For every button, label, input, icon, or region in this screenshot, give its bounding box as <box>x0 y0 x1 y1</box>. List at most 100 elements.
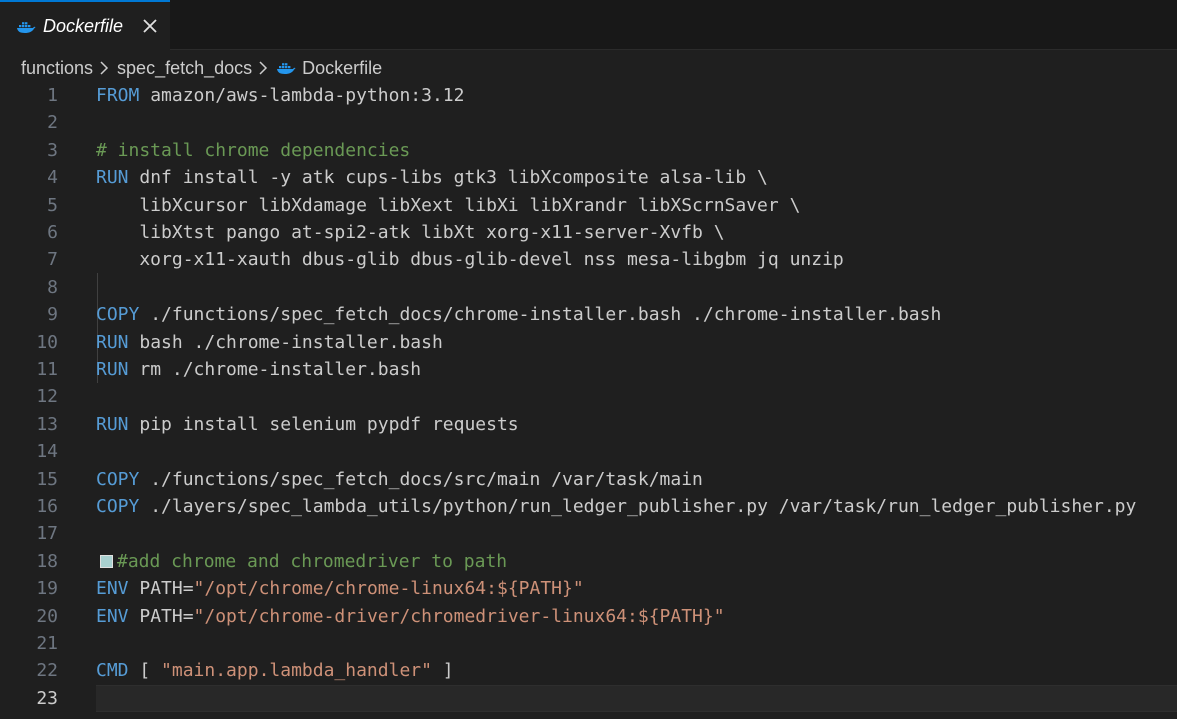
code-line[interactable]: 10 RUN bash ./chrome-installer.bash <box>0 329 1177 356</box>
line-number: 10 <box>36 331 58 353</box>
keyword-token: RUN <box>96 331 129 353</box>
line-number: 12 <box>36 386 58 408</box>
code-line[interactable]: 4 RUN dnf install -y atk cups-libs gtk3 l… <box>0 164 1177 191</box>
keyword-token: RUN <box>96 359 129 380</box>
color-swatch-icon[interactable] <box>100 554 113 568</box>
line-number: 1 <box>47 85 58 106</box>
text-token: libXtst pango at-spi2-atk libXt xorg-x11… <box>96 222 725 243</box>
code-line[interactable]: 2 <box>0 109 1177 136</box>
keyword-token: CMD <box>96 660 129 682</box>
code-line[interactable]: 3 # install chrome dependencies <box>0 137 1177 164</box>
text-token: PATH= <box>128 578 194 600</box>
chevron-right-icon <box>259 61 268 75</box>
line-number: 16 <box>36 496 58 517</box>
code-text: #add chrome and chromedriver to path <box>96 548 1177 575</box>
code-line[interactable]: 16 COPY ./layers/spec_lambda_utils/python… <box>0 493 1177 520</box>
line-number: 5 <box>47 194 58 216</box>
line-number: 18 <box>36 550 58 572</box>
keyword-token: COPY <box>96 468 140 490</box>
line-number: 23 <box>36 687 58 709</box>
code-line[interactable]: 20 ENV PATH="/opt/chrome-driver/chromedri… <box>0 603 1177 630</box>
breadcrumb-item-dockerfile[interactable]: Dockerfile <box>276 58 382 79</box>
string-token: "/opt/chrome/chrome-linux64:${PATH}" <box>193 578 584 600</box>
breadcrumb-file-label: Dockerfile <box>302 57 383 78</box>
text-token: ] <box>431 660 454 682</box>
code-line[interactable]: 18 #add chrome and chromedriver to path <box>0 548 1177 575</box>
code-line[interactable]: 11 RUN rm ./chrome-installer.bash <box>0 356 1177 383</box>
comment-token: # install chrome dependencies <box>96 139 411 161</box>
keyword-token: FROM <box>96 85 140 106</box>
breadcrumb-item-functions[interactable]: functions <box>21 58 93 79</box>
code-text: libXcursor libXdamage libXext libXi libX… <box>96 192 1177 219</box>
line-number: 17 <box>36 523 58 545</box>
text-token: PATH= <box>128 605 194 627</box>
keyword-token: COPY <box>96 304 140 326</box>
code-line[interactable]: 12 <box>0 383 1177 410</box>
string-token: "main.app.lambda_handler" <box>161 660 432 682</box>
code-line[interactable]: 9 COPY ./functions/spec_fetch_docs/chrome… <box>0 301 1177 328</box>
text-token: ./layers/spec_lambda_utils/python/run_le… <box>139 496 1137 517</box>
code-line[interactable]: 1 FROM amazon/aws-lambda-python:3.12 <box>0 82 1177 109</box>
line-number: 14 <box>36 441 58 463</box>
code-text: CMD [ "main.app.lambda_handler" ] <box>96 657 1177 684</box>
code-line[interactable]: 8 <box>0 274 1177 301</box>
code-line[interactable]: 23 <box>0 684 1177 713</box>
code-text: libXtst pango at-spi2-atk libXt xorg-x11… <box>96 219 1177 246</box>
keyword-token: COPY <box>96 496 140 517</box>
code-text: COPY ./functions/spec_fetch_docs/src/mai… <box>96 466 1177 493</box>
text-token: [ <box>128 660 162 682</box>
text-token: amazon/aws-lambda-python:3.12 <box>139 85 465 106</box>
code-text: RUN pip install selenium pypdf requests <box>96 411 1177 438</box>
line-number: 19 <box>36 578 58 600</box>
line-number: 22 <box>36 660 58 682</box>
code-line[interactable]: 5 libXcursor libXdamage libXext libXi li… <box>0 192 1177 219</box>
docker-whale-icon <box>17 21 36 33</box>
tab-label: Dockerfile <box>43 16 124 36</box>
code-text: RUN bash ./chrome-installer.bash <box>96 329 1177 356</box>
line-number: 7 <box>47 249 58 271</box>
code-text: xorg-x11-xauth dbus-glib dbus-glib-devel… <box>96 246 1177 273</box>
code-line[interactable]: 21 <box>0 630 1177 657</box>
chevron-right-icon <box>100 61 109 75</box>
text-token: bash ./chrome-installer.bash <box>128 331 443 353</box>
docker-whale-icon <box>277 63 296 75</box>
line-number: 4 <box>47 167 58 189</box>
line-number: 2 <box>47 112 58 134</box>
close-icon[interactable] <box>140 16 160 36</box>
line-number: 11 <box>36 359 58 380</box>
code-text: FROM amazon/aws-lambda-python:3.12 <box>96 82 1177 109</box>
tab-bar: Dockerfile <box>0 0 1177 51</box>
code-line[interactable]: 6 libXtst pango at-spi2-atk libXt xorg-x… <box>0 219 1177 246</box>
breadcrumb-item-spec-fetch-docs[interactable]: spec_fetch_docs <box>117 58 252 79</box>
code-text: RUN dnf install -y atk cups-libs gtk3 li… <box>96 164 1177 191</box>
code-line[interactable]: 14 <box>0 438 1177 465</box>
code-text: # install chrome dependencies <box>96 137 1177 164</box>
text-token: ./functions/spec_fetch_docs/src/main /va… <box>139 468 703 490</box>
line-number: 21 <box>36 633 58 654</box>
line-number: 15 <box>36 468 58 490</box>
code-line[interactable]: 15 COPY ./functions/spec_fetch_docs/src/m… <box>0 466 1177 493</box>
comment-token: #add chrome and chromedriver to path <box>117 550 508 572</box>
code-line[interactable]: 7 xorg-x11-xauth dbus-glib dbus-glib-dev… <box>0 246 1177 273</box>
code-text <box>96 684 1177 713</box>
code-line[interactable]: 17 <box>0 520 1177 547</box>
code-line[interactable]: 22 CMD [ "main.app.lambda_handler" ] <box>0 657 1177 684</box>
code-editor[interactable]: 1 FROM amazon/aws-lambda-python:3.12 2 3 # i… <box>0 82 1177 719</box>
text-token: pip install selenium pypdf requests <box>128 413 519 435</box>
line-number: 13 <box>36 413 58 435</box>
code-line[interactable]: 19 ENV PATH="/opt/chrome/chrome-linux64:$… <box>0 575 1177 602</box>
tab-dockerfile[interactable]: Dockerfile <box>0 0 170 51</box>
text-token: libXcursor libXdamage libXext libXi libX… <box>96 194 801 216</box>
text-token: ./functions/spec_fetch_docs/chrome-insta… <box>139 304 942 326</box>
keyword-token: ENV <box>96 578 129 600</box>
code-text: ENV PATH="/opt/chrome-driver/chromedrive… <box>96 603 1177 630</box>
code-line[interactable]: 13 RUN pip install selenium pypdf request… <box>0 411 1177 438</box>
keyword-token: RUN <box>96 413 129 435</box>
line-number: 3 <box>47 139 58 161</box>
text-token: rm ./chrome-installer.bash <box>128 359 422 380</box>
